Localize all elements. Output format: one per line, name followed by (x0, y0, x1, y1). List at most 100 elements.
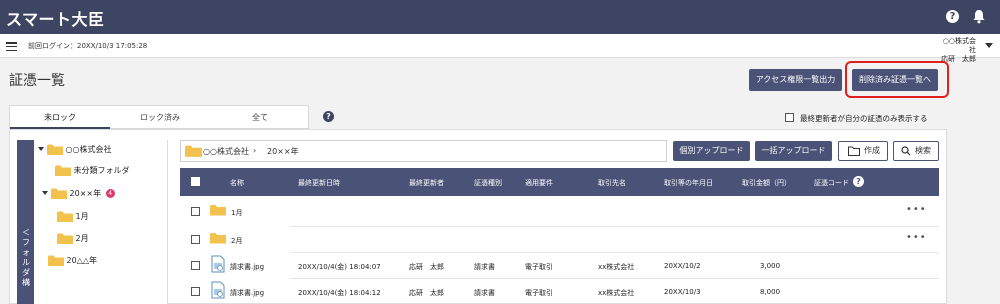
image-file-icon (211, 255, 225, 273)
column-header[interactable]: 適用要件 (525, 178, 553, 188)
tree-item-company[interactable]: ○○株式会社 (38, 143, 112, 157)
table-row[interactable]: 請求書.jpg 20XX/10/4(金) 18:04:07 応研 太郎 請求書 … (180, 252, 939, 280)
tree-item-month-2[interactable]: 2月 (57, 232, 89, 246)
app-header: スマート大臣 ? (0, 0, 1000, 34)
select-all-checkbox[interactable] (191, 177, 200, 186)
row-requirement: 電子取引 (525, 289, 553, 297)
row-amount: 3,000 (760, 262, 781, 270)
breadcrumb: ○○株式会社 › 20××年 (180, 140, 667, 162)
folder-icon (55, 165, 71, 176)
folder-icon (51, 188, 67, 199)
column-header[interactable]: 取引金額（円） (742, 178, 791, 188)
column-header[interactable]: 名称 (230, 178, 244, 188)
user-menu[interactable]: ○○株式会社 応研 太郎 (936, 37, 976, 64)
row-updated: 20XX/10/4(金) 18:04:12 (298, 289, 381, 297)
caret-down-icon[interactable] (985, 43, 993, 48)
page-title: 証憑一覧 (9, 73, 65, 89)
folder-add-icon (848, 146, 860, 156)
row-amount: 8,000 (760, 288, 781, 296)
row-partner: xx株式会社 (598, 263, 635, 271)
tree-item-label: 20△△年 (66, 256, 98, 265)
folder-icon (48, 255, 64, 266)
count-badge: 4 (105, 189, 115, 198)
folder-icon (47, 144, 63, 155)
row-checkbox[interactable] (191, 287, 200, 296)
breadcrumb-separator: › (253, 146, 257, 155)
row-partner: xx株式会社 (598, 289, 635, 297)
column-header[interactable]: 証憑コード (814, 178, 849, 188)
tree-item-label: 2月 (75, 234, 89, 243)
caret-down-icon[interactable] (42, 191, 48, 195)
tab-all[interactable]: 全て (210, 106, 310, 129)
column-header[interactable]: 取引先名 (598, 178, 626, 188)
row-type: 請求書 (474, 289, 495, 297)
column-header[interactable]: 最終更新日時 (298, 178, 340, 188)
tab-bar: 未ロック ロック済み 全て (9, 105, 309, 129)
bell-icon[interactable] (972, 9, 986, 24)
column-header[interactable]: 最終更新者 (409, 178, 444, 188)
tab-locked[interactable]: ロック済み (110, 106, 210, 129)
bulk-upload-button[interactable]: 一括アップロード (755, 141, 832, 161)
app-title: スマート大臣 (6, 10, 105, 29)
tree-item-unclassified[interactable]: 未分類フォルダ (55, 164, 130, 178)
create-label: 作成 (864, 146, 880, 155)
create-folder-button[interactable]: 作成 (838, 141, 888, 161)
more-icon[interactable]: ••• (906, 204, 927, 215)
tree-item-year-2[interactable]: 20△△年 (48, 254, 97, 268)
access-list-export-button[interactable]: アクセス権限一覧出力 (749, 69, 842, 91)
tree-item-label: 20××年 (69, 189, 102, 198)
tree-item-label: 1月 (75, 212, 89, 221)
only-mine-checkbox[interactable] (785, 113, 794, 122)
row-date: 20XX/10/3 (664, 288, 701, 296)
folder-icon (185, 145, 202, 157)
row-type: 請求書 (474, 263, 495, 271)
table-row[interactable]: 1月 ••• (180, 198, 939, 226)
table-row[interactable]: 2月 ••• (180, 226, 939, 254)
image-file-icon (211, 281, 225, 299)
row-name[interactable]: 1月 (231, 208, 242, 218)
tree-item-label: ○○株式会社 (65, 145, 112, 154)
row-name[interactable]: 2月 (231, 236, 242, 246)
search-button[interactable]: 検索 (893, 141, 939, 161)
search-icon (901, 146, 911, 156)
folder-icon (210, 205, 226, 216)
row-checkbox[interactable] (191, 261, 200, 270)
folder-tree: ○○株式会社 未分類フォルダ 20××年 4 1月 2月 20△△年 (34, 140, 168, 304)
row-updater: 応研 太郎 (409, 289, 444, 297)
caret-down-icon[interactable] (38, 147, 44, 151)
row-checkbox[interactable] (191, 207, 200, 216)
tree-item-label: 未分類フォルダ (73, 166, 130, 175)
help-icon[interactable]: ? (946, 10, 959, 23)
folder-panel-toggle[interactable]: ＜フォルダ構 (17, 140, 34, 304)
row-date: 20XX/10/2 (664, 262, 701, 270)
table-header: 名称 最終更新日時 最終更新者 証憑種別 適用要件 取引先名 取引等の年月日 取… (180, 168, 939, 196)
row-name[interactable]: 請求書.jpg (230, 262, 264, 272)
tree-item-year[interactable]: 20××年 4 (42, 187, 115, 201)
row-checkbox[interactable] (191, 235, 200, 244)
help-icon[interactable]: ? (853, 176, 864, 187)
help-icon[interactable]: ? (323, 111, 334, 122)
sub-header: 前回ログイン：20XX/10/3 17:05:28 ○○株式会社 応研 太郎 (0, 34, 1000, 63)
company-name: ○○株式会社 (942, 37, 976, 54)
row-updated: 20XX/10/4(金) 18:04:07 (298, 263, 381, 271)
breadcrumb-root[interactable]: ○○株式会社 (203, 146, 249, 157)
table-row[interactable]: 請求書.jpg 20XX/10/4(金) 18:04:12 応研 太郎 請求書 … (180, 278, 939, 304)
row-requirement: 電子取引 (525, 263, 553, 271)
highlight-annotation (845, 61, 949, 98)
search-label: 検索 (915, 146, 931, 155)
row-name[interactable]: 請求書.jpg (230, 288, 264, 298)
folder-panel-toggle-label: ＜フォルダ構 (22, 228, 30, 287)
last-login-text: 前回ログイン：20XX/10/3 17:05:28 (28, 42, 148, 50)
column-header[interactable]: 取引等の年月日 (664, 178, 713, 188)
folder-icon (57, 233, 73, 244)
individual-upload-button[interactable]: 個別アップロード (673, 141, 750, 161)
column-header[interactable]: 証憑種別 (474, 178, 502, 188)
more-icon[interactable]: ••• (906, 232, 927, 243)
breadcrumb-current: 20××年 (267, 147, 299, 156)
folder-icon (57, 211, 73, 222)
hamburger-menu-icon[interactable] (6, 42, 17, 52)
row-updater: 応研 太郎 (409, 263, 444, 271)
tab-unlocked[interactable]: 未ロック (10, 106, 110, 129)
folder-icon (210, 233, 226, 244)
tree-item-month-1[interactable]: 1月 (57, 210, 89, 224)
